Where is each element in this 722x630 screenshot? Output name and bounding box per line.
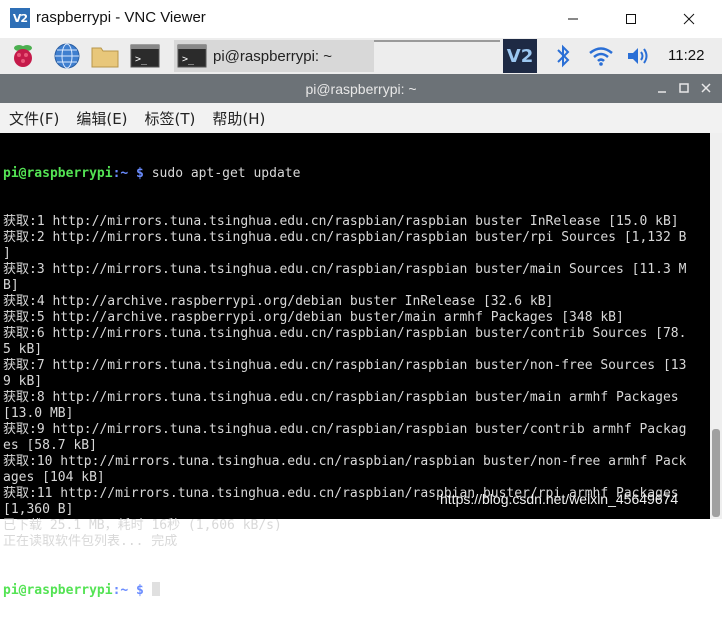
minimize-icon xyxy=(658,91,666,93)
output-line: 获取:5 http://archive.raspberrypi.org/debi… xyxy=(3,310,624,325)
output-line: 5 kB] xyxy=(3,342,43,357)
minimize-icon xyxy=(568,18,578,20)
vnc-title-bar: V2 raspberrypi - VNC Viewer xyxy=(0,0,722,39)
desktop-panel: >_ >_ pi@raspberrypi: ~ V2 11:22 xyxy=(0,38,722,74)
terminal-close-button[interactable] xyxy=(698,80,714,96)
terminal-maximize-button[interactable] xyxy=(676,80,692,96)
prompt-path: ~ $ xyxy=(120,583,144,598)
raspberry-icon[interactable] xyxy=(8,41,38,71)
command-text: sudo apt-get update xyxy=(143,166,301,181)
terminal-text: pi@raspberrypi:~ $ sudo apt-get update 获… xyxy=(3,134,707,630)
output-line: 获取:4 http://archive.raspberrypi.org/debi… xyxy=(3,294,554,309)
current-prompt-line: pi@raspberrypi:~ $ xyxy=(3,582,707,598)
wifi-icon[interactable] xyxy=(586,41,616,71)
minimize-button[interactable] xyxy=(550,0,596,38)
terminal-title: pi@raspberrypi: ~ xyxy=(305,81,417,97)
terminal-output-area[interactable]: pi@raspberrypi:~ $ sudo apt-get update 获… xyxy=(0,133,710,598)
vnc-logo-icon: V2 xyxy=(10,8,30,28)
svg-text:>_: >_ xyxy=(182,54,195,65)
output-line: ] xyxy=(3,246,11,261)
prompt-separator: : xyxy=(112,583,121,598)
output-line: 获取:10 http://mirrors.tuna.tsinghua.edu.c… xyxy=(3,454,687,469)
output-line: 获取:1 http://mirrors.tuna.tsinghua.edu.cn… xyxy=(3,214,679,229)
command-line: pi@raspberrypi:~ $ sudo apt-get update xyxy=(3,166,707,182)
menu-help[interactable]: 帮助(H) xyxy=(212,108,265,129)
output-line: 获取:8 http://mirrors.tuna.tsinghua.edu.cn… xyxy=(3,390,679,405)
folder-icon[interactable] xyxy=(90,41,120,71)
output-line: 正在读取软件包列表... 完成 xyxy=(3,534,178,549)
maximize-button[interactable] xyxy=(608,0,654,38)
menu-edit[interactable]: 编辑(E) xyxy=(76,108,127,129)
terminal-icon[interactable]: >_ xyxy=(130,41,160,71)
close-icon xyxy=(683,13,695,25)
watermark: https://blog.csdn.net/weixin_45649674 xyxy=(440,491,679,507)
terminal-scrollbar[interactable] xyxy=(710,133,722,519)
output-line: 获取:2 http://mirrors.tuna.tsinghua.edu.cn… xyxy=(3,230,687,245)
menu-file[interactable]: 文件(F) xyxy=(9,108,59,129)
menu-tabs[interactable]: 标签(T) xyxy=(145,108,196,129)
bluetooth-icon[interactable] xyxy=(548,41,578,71)
window-title: raspberrypi - VNC Viewer xyxy=(36,9,206,26)
prompt-user: pi@raspberrypi xyxy=(3,583,113,598)
output-line: 获取:9 http://mirrors.tuna.tsinghua.edu.cn… xyxy=(3,422,687,437)
maximize-icon xyxy=(626,14,636,24)
output-line: 获取:7 http://mirrors.tuna.tsinghua.edu.cn… xyxy=(3,358,687,373)
output-line: es [58.7 kB] xyxy=(3,438,97,453)
output-line: ages [104 kB] xyxy=(3,470,105,485)
output-line: 9 kB] xyxy=(3,374,43,389)
volume-icon[interactable] xyxy=(623,41,653,71)
taskbar-terminal-button[interactable]: >_ pi@raspberrypi: ~ xyxy=(174,40,374,72)
close-icon xyxy=(701,83,711,93)
output-line: 获取:6 http://mirrors.tuna.tsinghua.edu.cn… xyxy=(3,326,687,341)
terminal-title-bar: pi@raspberrypi: ~ xyxy=(0,74,722,103)
terminal-minimize-button[interactable] xyxy=(654,80,670,96)
output-line: B] xyxy=(3,278,19,293)
terminal-menu-bar: 文件(F) 编辑(E) 标签(T) 帮助(H) xyxy=(0,103,722,133)
svg-text:>_: >_ xyxy=(135,54,148,65)
prompt-user: pi@raspberrypi xyxy=(3,166,113,181)
output-line: 已下载 25.1 MB，耗时 16秒 (1,606 kB/s) xyxy=(3,518,282,533)
clock: 11:22 xyxy=(668,47,705,64)
output-line: [13.0 MB] xyxy=(3,406,74,421)
globe-icon[interactable] xyxy=(52,41,82,71)
taskbar-terminal-label: pi@raspberrypi: ~ xyxy=(213,47,333,65)
maximize-icon xyxy=(679,83,689,93)
terminal-icon: >_ xyxy=(177,44,207,68)
close-button[interactable] xyxy=(666,0,712,38)
vnc-tray-icon[interactable]: V2 xyxy=(503,39,537,73)
scrollbar-thumb[interactable] xyxy=(712,429,720,517)
output-line: 获取:3 http://mirrors.tuna.tsinghua.edu.cn… xyxy=(3,262,687,277)
text-cursor xyxy=(151,582,160,596)
prompt-path: ~ $ xyxy=(120,166,144,181)
